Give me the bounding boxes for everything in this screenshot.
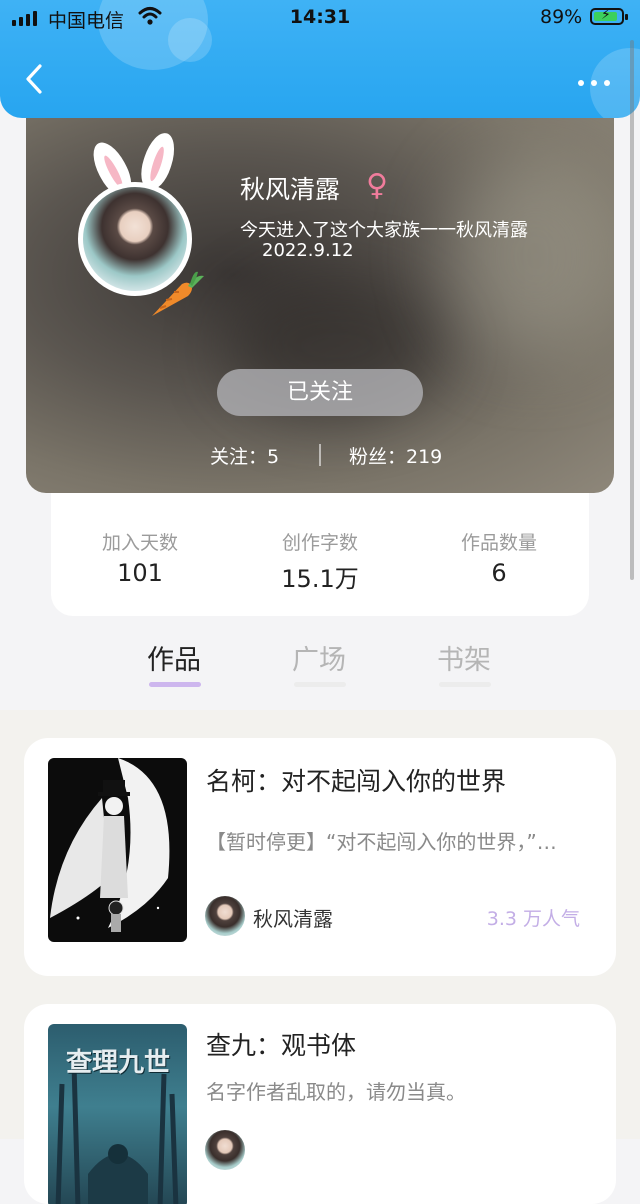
tab-indicator [294, 682, 346, 687]
scrollbar[interactable] [630, 40, 634, 580]
tab-indicator [149, 682, 201, 687]
author-avatar [205, 896, 245, 936]
avatar[interactable] [78, 129, 204, 316]
carrot-icon [148, 270, 208, 324]
book-card[interactable]: 名柯：对不起闯入你的世界 【暂时停更】“对不起闯入你的世界，”… 秋风清露 3.… [24, 738, 616, 976]
stat-value: 101 [117, 559, 163, 587]
profile-bio-date: 2022.9.12 [262, 240, 354, 261]
profile-bio: 今天进入了这个大家族一一秋风清露 [240, 220, 528, 241]
profile-header-card: 秋风清露 ♀ 今天进入了这个大家族一一秋风清露 2022.9.12 已关注 关注… [26, 96, 614, 493]
follow-button[interactable]: 已关注 [217, 369, 423, 416]
book-card[interactable]: 查理九世 查九：观书体 名字作者乱取的，请勿当真。 [24, 1004, 616, 1204]
battery-percent: 89% [540, 6, 583, 28]
stat-label: 创作字数 [281, 532, 358, 554]
book-title[interactable]: 名柯：对不起闯入你的世界 [206, 762, 506, 798]
book-cover-title: 查理九世 [65, 1048, 170, 1078]
profile-username: 秋风清露 [240, 175, 341, 204]
divider [319, 444, 321, 466]
stat-label: 作品数量 [460, 532, 537, 554]
stat-label: 加入天数 [101, 532, 178, 554]
female-gender-icon: ♀ [366, 168, 388, 203]
stat-value: 15.1万 [281, 565, 359, 593]
book-description: 名字作者乱取的，请勿当真。 [206, 1080, 466, 1104]
battery-icon: ⚡ [590, 7, 628, 25]
popularity-count: 3.3 万人气 [486, 908, 580, 930]
status-bar: 中国电信 14:31 89% ⚡ [0, 0, 640, 40]
stat-join-days: 加入天数 101 [60, 528, 220, 587]
book-cover[interactable]: 查理九世 [48, 1024, 187, 1204]
top-header: 中国电信 14:31 89% ⚡ [0, 0, 640, 118]
book-title[interactable]: 查九：观书体 [206, 1026, 356, 1062]
tab-bookshelf[interactable]: 书架 [434, 638, 494, 677]
stat-value: 6 [491, 559, 507, 587]
more-options-button[interactable] [576, 62, 616, 102]
works-list: 名柯：对不起闯入你的世界 【暂时停更】“对不起闯入你的世界，”… 秋风清露 3.… [0, 710, 640, 1204]
stat-word-count: 创作字数 15.1万 [240, 528, 400, 594]
following-count[interactable]: 关注：5 [210, 442, 279, 469]
stat-works-count: 作品数量 6 [419, 528, 579, 587]
tab-square[interactable]: 广场 [289, 638, 349, 677]
chevron-left-icon [26, 64, 42, 94]
tab-bar: 作品 广场 书架 [0, 620, 640, 710]
author-name: 秋风清露 [253, 907, 333, 931]
fans-count[interactable]: 粉丝：219 [349, 442, 442, 469]
back-button[interactable] [22, 62, 52, 102]
book-description: 【暂时停更】“对不起闯入你的世界，”… [206, 830, 557, 854]
tab-indicator [439, 682, 491, 687]
tab-works[interactable]: 作品 [144, 638, 204, 677]
book-cover[interactable] [48, 758, 187, 942]
author-avatar [205, 1130, 245, 1170]
